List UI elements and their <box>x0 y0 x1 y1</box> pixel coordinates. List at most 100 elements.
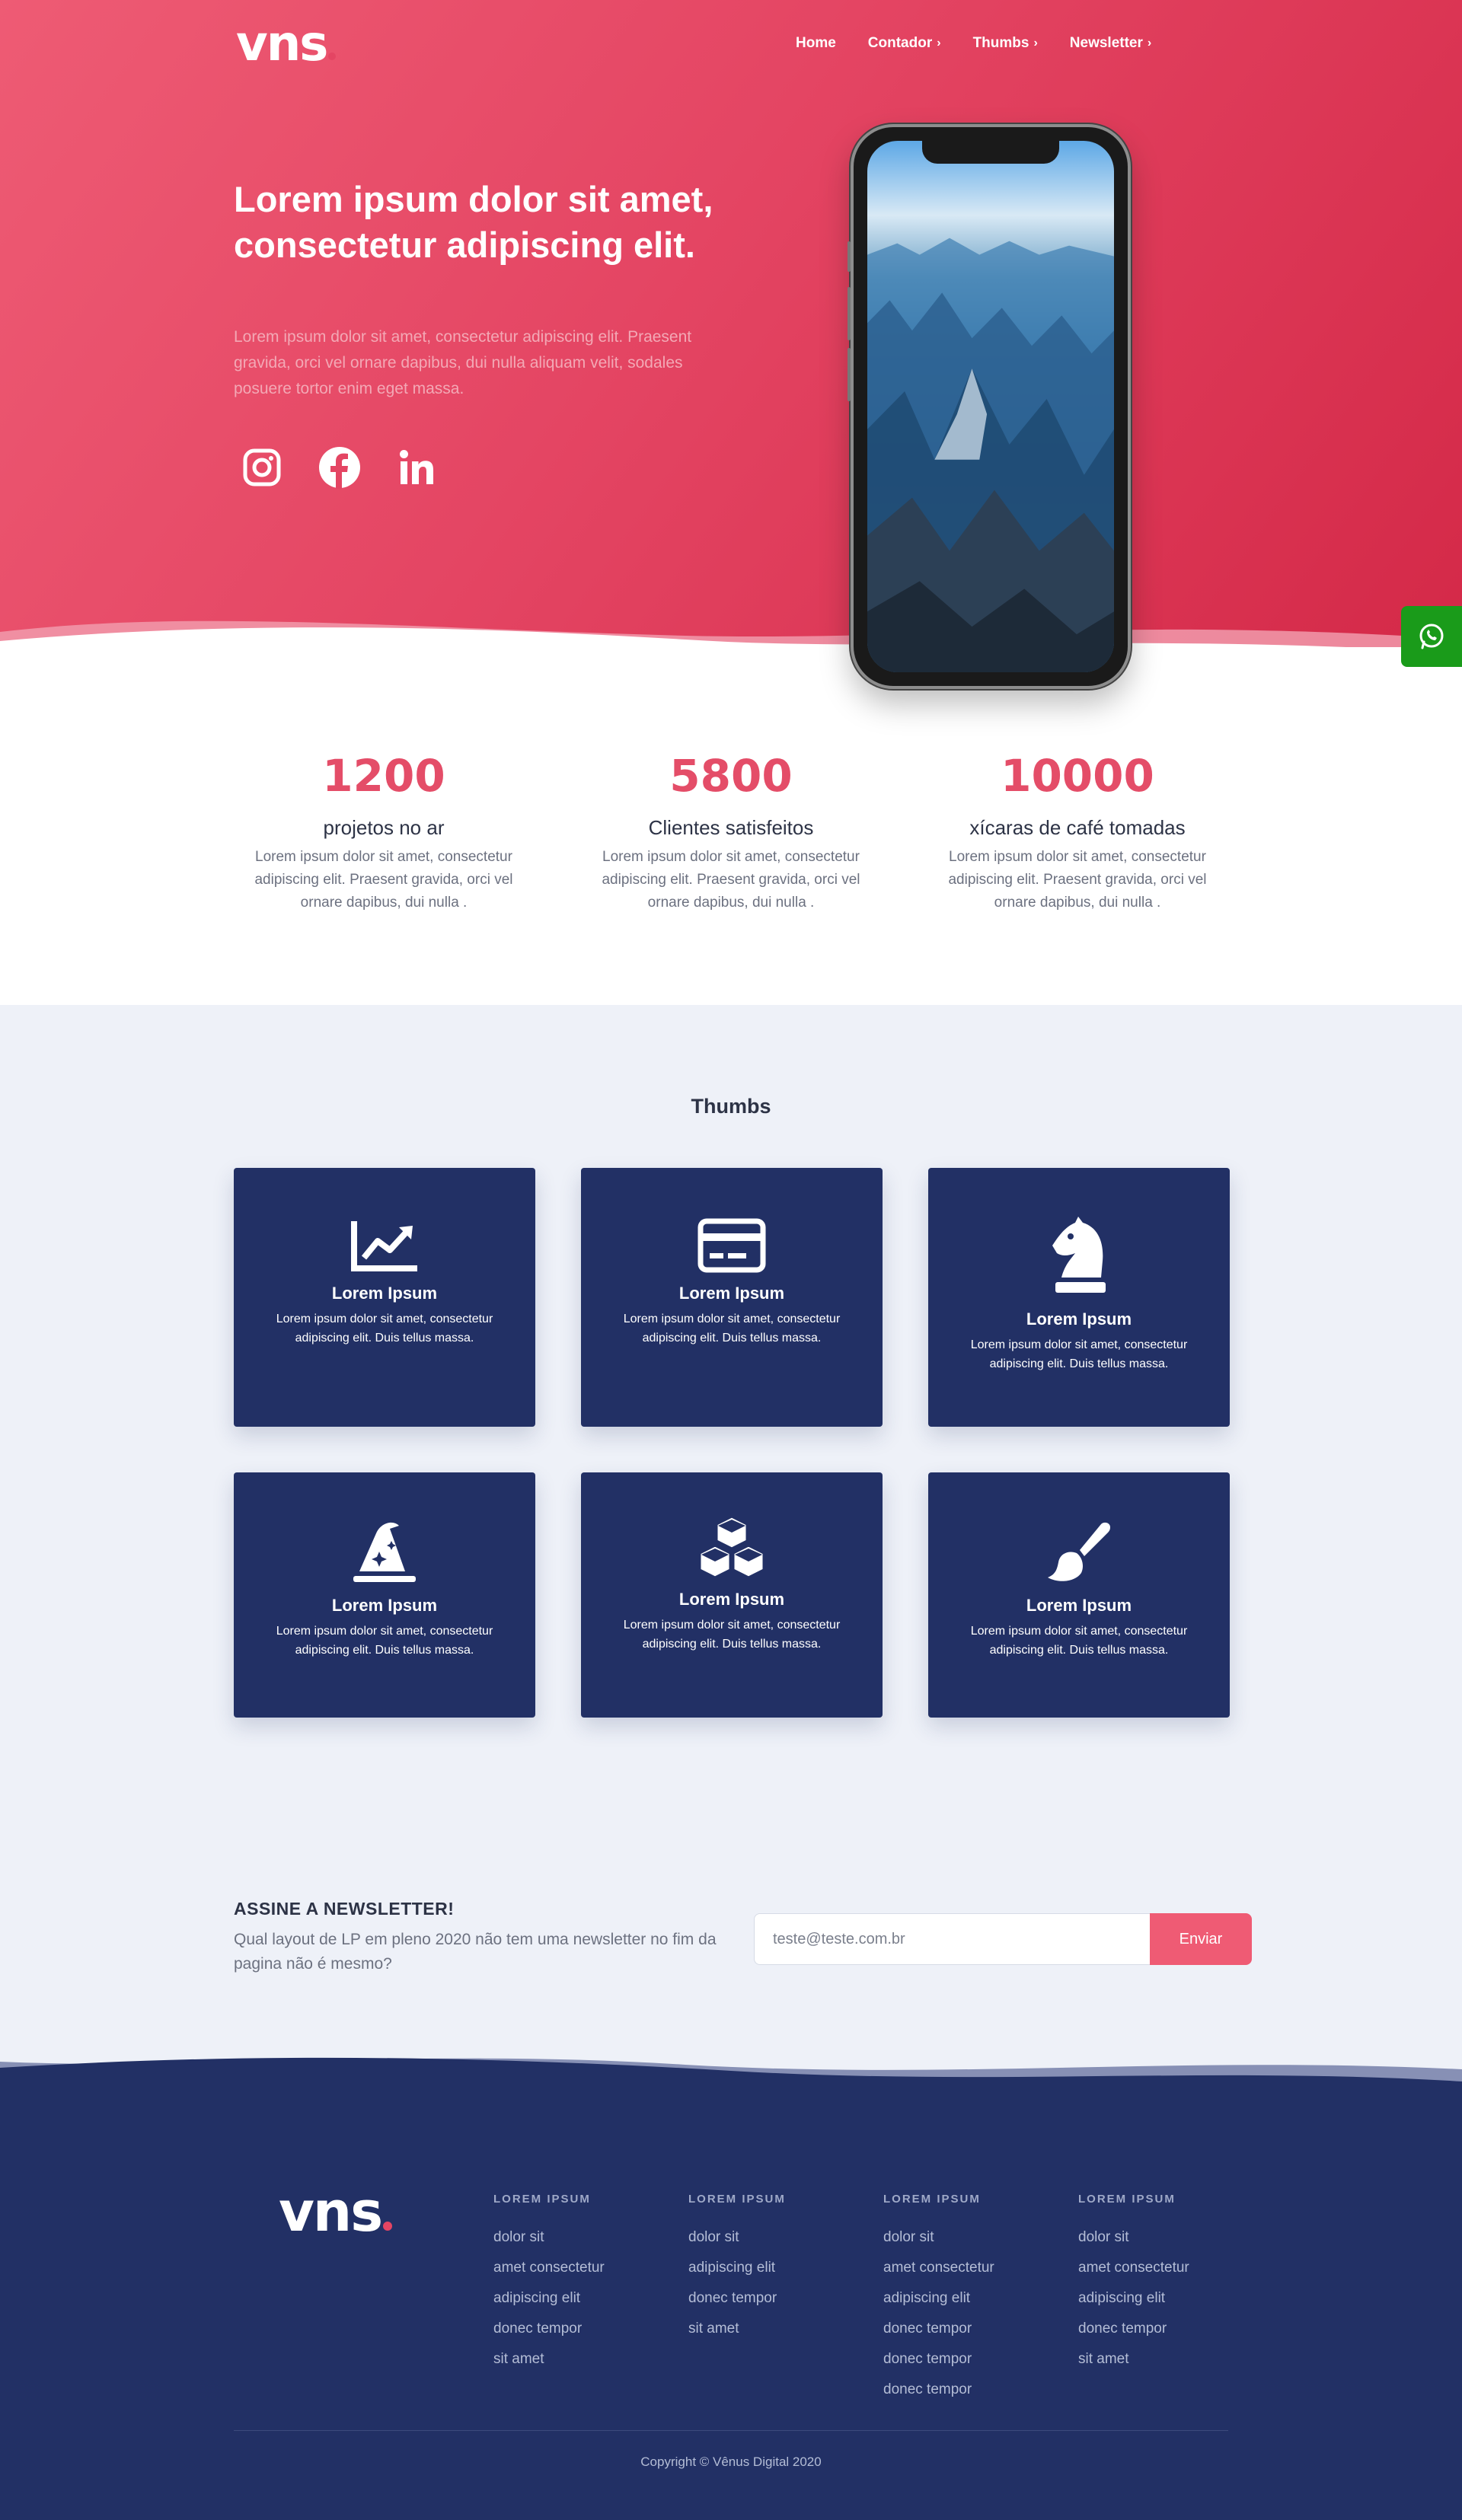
counter-label: xícaras de café tomadas <box>969 816 1186 839</box>
nav-contador[interactable]: Contador › <box>868 35 941 52</box>
thumb-card[interactable]: Lorem Ipsum Lorem ipsum dolor sit amet, … <box>928 1168 1230 1427</box>
chart-line-icon <box>252 1209 517 1273</box>
hero-title: Lorem ipsum dolor sit amet, consectetur … <box>234 179 713 265</box>
phone-side-button <box>848 241 851 272</box>
footer-column-heading: LOREM IPSUM <box>493 2193 591 2206</box>
footer-column: LOREM IPSUM dolor sit amet consectetur a… <box>1078 2193 1261 2368</box>
newsletter-submit-button[interactable]: Enviar <box>1150 1913 1252 1965</box>
chevron-right-icon: › <box>937 37 941 49</box>
footer-link[interactable]: donec tempor <box>883 2381 1066 2399</box>
footer-link[interactable]: amet consectetur <box>883 2259 1066 2277</box>
phone-side-button <box>848 348 851 401</box>
thumb-title: Lorem Ipsum <box>331 1596 438 1615</box>
footer-link[interactable]: sit amet <box>688 2320 871 2338</box>
nav-newsletter[interactable]: Newsletter › <box>1070 35 1151 52</box>
footer-link[interactable]: donec tempor <box>493 2320 676 2338</box>
linkedin-icon[interactable] <box>396 446 439 489</box>
counter-coffee: 10000 xícaras de café tomadas Lorem ipsu… <box>925 745 1230 914</box>
hero-text: Lorem ipsum dolor sit amet, consectetur … <box>234 328 692 397</box>
footer-link[interactable]: dolor sit <box>688 2228 871 2247</box>
footer-link[interactable]: donec tempor <box>1078 2320 1261 2338</box>
logo-dot <box>383 2222 393 2231</box>
footer-link[interactable]: donec tempor <box>883 2320 1066 2338</box>
thumb-text: Lorem ipsum dolor sit amet, consectetur … <box>970 1338 1188 1370</box>
instagram-icon[interactable] <box>241 446 283 489</box>
counter-label: Clientes satisfeitos <box>648 816 814 839</box>
cubes-icon <box>599 1515 864 1579</box>
footer-link[interactable]: sit amet <box>493 2350 676 2368</box>
counter-number: 5800 <box>669 750 793 802</box>
chess-knight-icon <box>946 1215 1211 1299</box>
credit-card-icon <box>599 1209 864 1273</box>
thumb-card[interactable]: Lorem Ipsum Lorem ipsum dolor sit amet, … <box>234 1168 535 1427</box>
thumb-text: Lorem ipsum dolor sit amet, consectetur … <box>276 1625 493 1657</box>
whatsapp-icon <box>1419 624 1444 649</box>
thumb-card[interactable]: Lorem Ipsum Lorem ipsum dolor sit amet, … <box>581 1168 883 1427</box>
chevron-right-icon: › <box>1147 37 1152 49</box>
footer-divider <box>234 2430 1228 2431</box>
footer-link[interactable]: amet consectetur <box>1078 2259 1261 2277</box>
social-links <box>241 446 439 489</box>
counter-description: Lorem ipsum dolor sit amet, consectetur … <box>602 849 860 911</box>
phone-mockup <box>848 124 1131 689</box>
phone-notch <box>922 141 1059 164</box>
thumbs-title: Thumbs <box>691 1095 771 1118</box>
thumb-title: Lorem Ipsum <box>1026 1309 1132 1329</box>
footer-link[interactable]: sit amet <box>1078 2350 1261 2368</box>
footer-logo[interactable]: vns <box>279 2184 393 2239</box>
paint-brush-icon <box>946 1521 1211 1585</box>
footer-link[interactable]: adipiscing elit <box>883 2289 1066 2308</box>
thumb-text: Lorem ipsum dolor sit amet, consectetur … <box>623 1619 841 1651</box>
hero-wave <box>0 620 1462 655</box>
phone-side-button <box>848 287 851 340</box>
thumb-title: Lorem Ipsum <box>331 1284 438 1303</box>
footer-column: LOREM IPSUM dolor sit adipiscing elit do… <box>688 2193 871 2338</box>
newsletter-form: Enviar <box>754 1913 1252 1965</box>
hero-section <box>0 0 1462 655</box>
newsletter-title: ASSINE A NEWSLETTER! <box>234 1899 455 1919</box>
thumb-title: Lorem Ipsum <box>1026 1596 1132 1615</box>
logo[interactable]: vns <box>236 20 337 69</box>
footer-link[interactable]: adipiscing elit <box>493 2289 676 2308</box>
footer-link[interactable]: adipiscing elit <box>1078 2289 1261 2308</box>
counter-projects: 1200 projetos no ar Lorem ipsum dolor si… <box>231 745 536 914</box>
thumb-title: Lorem Ipsum <box>678 1590 785 1609</box>
footer-link[interactable]: dolor sit <box>1078 2228 1261 2247</box>
footer-link[interactable]: dolor sit <box>493 2228 676 2247</box>
phone-screen-mountains <box>867 141 1114 672</box>
footer-link[interactable]: donec tempor <box>883 2350 1066 2368</box>
counter-number: 10000 <box>1001 750 1154 802</box>
counter-label: projetos no ar <box>323 816 445 839</box>
footer-link[interactable]: dolor sit <box>883 2228 1066 2247</box>
counter-clients: 5800 Clientes satisfeitos Lorem ipsum do… <box>579 745 883 914</box>
counter-description: Lorem ipsum dolor sit amet, consectetur … <box>948 849 1207 911</box>
counter-number: 1200 <box>322 750 445 802</box>
newsletter-email-input[interactable] <box>754 1913 1150 1965</box>
chevron-right-icon: › <box>1033 37 1038 49</box>
thumb-card[interactable]: Lorem Ipsum Lorem ipsum dolor sit amet, … <box>928 1472 1230 1718</box>
wizard-hat-icon <box>252 1521 517 1585</box>
thumb-text: Lorem ipsum dolor sit amet, consectetur … <box>623 1313 841 1345</box>
thumb-text: Lorem ipsum dolor sit amet, consectetur … <box>276 1313 493 1345</box>
nav-thumbs[interactable]: Thumbs › <box>973 35 1038 52</box>
whatsapp-button[interactable] <box>1401 606 1462 667</box>
main-nav: Home Contador › Thumbs › Newsletter › <box>796 35 1151 52</box>
thumb-title: Lorem Ipsum <box>678 1284 785 1303</box>
footer-column-heading: LOREM IPSUM <box>688 2193 786 2206</box>
footer-link[interactable]: adipiscing elit <box>688 2259 871 2277</box>
footer-link[interactable]: amet consectetur <box>493 2259 676 2277</box>
copyright: Copyright © Vênus Digital 2020 <box>640 2455 822 2469</box>
thumb-text: Lorem ipsum dolor sit amet, consectetur … <box>970 1625 1188 1657</box>
counter-description: Lorem ipsum dolor sit amet, consectetur … <box>254 849 513 911</box>
footer-column-heading: LOREM IPSUM <box>1078 2193 1176 2206</box>
thumb-card[interactable]: Lorem Ipsum Lorem ipsum dolor sit amet, … <box>234 1472 535 1718</box>
thumb-card[interactable]: Lorem Ipsum Lorem ipsum dolor sit amet, … <box>581 1472 883 1718</box>
nav-home[interactable]: Home <box>796 35 836 52</box>
footer-column: LOREM IPSUM dolor sit amet consectetur a… <box>883 2193 1066 2399</box>
newsletter-text: Qual layout de LP em pleno 2020 não tem … <box>234 1931 717 1973</box>
footer-column: LOREM IPSUM dolor sit amet consectetur a… <box>493 2193 676 2368</box>
footer-column-heading: LOREM IPSUM <box>883 2193 981 2206</box>
facebook-icon[interactable] <box>318 446 361 489</box>
logo-dot <box>328 53 337 60</box>
footer-link[interactable]: donec tempor <box>688 2289 871 2308</box>
